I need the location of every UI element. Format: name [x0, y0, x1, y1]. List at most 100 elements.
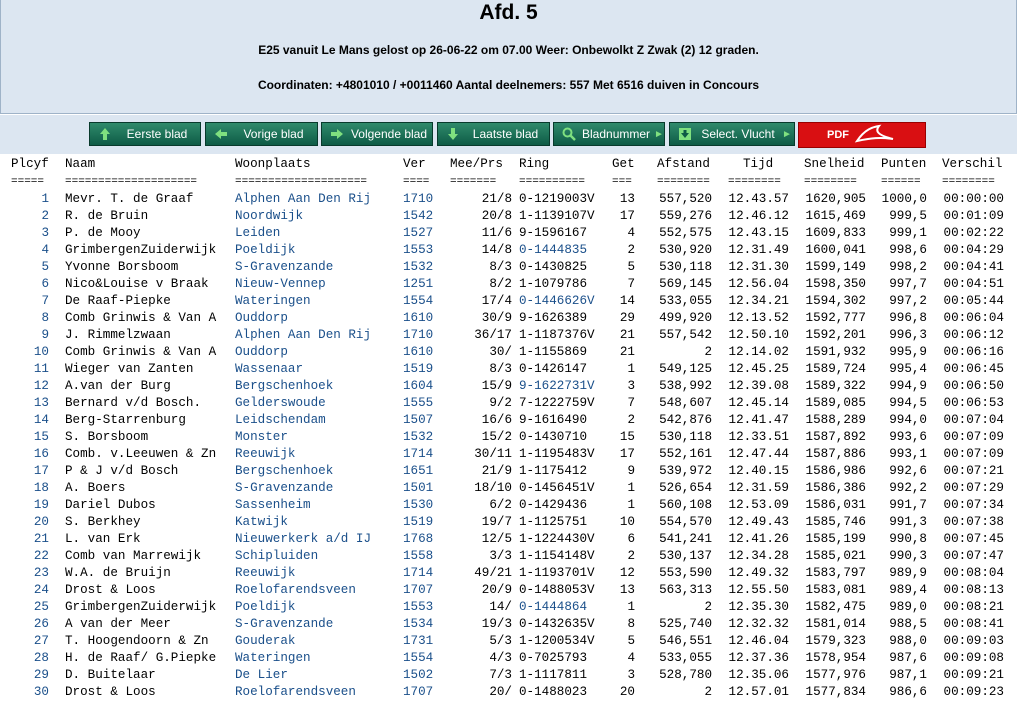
- cell-naam[interactable]: P & J v/d Bosch: [65, 463, 233, 480]
- cell-naam[interactable]: L. van Erk: [65, 531, 233, 548]
- col-verschil: Verschil: [942, 157, 1003, 171]
- cell-naam[interactable]: S. Borsboom: [65, 429, 233, 446]
- cell-woonplaats[interactable]: Ouddorp: [235, 310, 395, 327]
- cell-naam[interactable]: Comb van Marrewijk: [65, 548, 233, 565]
- cell-woonplaats[interactable]: Gouderak: [235, 633, 395, 650]
- cell-punten: 993,6: [889, 430, 927, 444]
- cell-naam[interactable]: GrimbergenZuiderwijk: [65, 599, 233, 616]
- cell-naam[interactable]: T. Hoogendoorn & Zn: [65, 633, 233, 650]
- cell-woonplaats[interactable]: Poeldijk: [235, 242, 395, 259]
- cell-punten: 993,1: [889, 447, 927, 461]
- cell-ring[interactable]: 0-1219003V: [519, 191, 604, 208]
- cell-woonplaats[interactable]: De Lier: [235, 667, 395, 684]
- cell-naam[interactable]: W.A. de Bruijn: [65, 565, 233, 582]
- cell-woonplaats[interactable]: Leidschendam: [235, 412, 395, 429]
- cell-woonplaats[interactable]: Noordwijk: [235, 208, 395, 225]
- cell-woonplaats[interactable]: Monster: [235, 429, 395, 446]
- cell-ring[interactable]: 1-1200534V: [519, 633, 604, 650]
- cell-naam[interactable]: A.van der Burg: [65, 378, 233, 395]
- cell-ring[interactable]: 0-1444864: [519, 599, 604, 616]
- cell-ring[interactable]: 7-1222759V: [519, 395, 604, 412]
- page-number-button[interactable]: Bladnummer ►: [553, 122, 665, 146]
- cell-ring[interactable]: 0-1430710: [519, 429, 604, 446]
- select-flight-button[interactable]: Select. Vlucht ►: [669, 122, 795, 146]
- cell-woonplaats[interactable]: Roelofarendsveen: [235, 582, 395, 599]
- cell-naam[interactable]: J. Rimmelzwaan: [65, 327, 233, 344]
- cell-ring[interactable]: 0-1488053V: [519, 582, 604, 599]
- cell-woonplaats[interactable]: Bergschenhoek: [235, 463, 395, 480]
- cell-ring[interactable]: 0-7025793: [519, 650, 604, 667]
- cell-ring[interactable]: 1-1139107V: [519, 208, 604, 225]
- cell-woonplaats[interactable]: Nieuwerkerk a/d IJ: [235, 531, 395, 548]
- cell-ring[interactable]: 0-1429436: [519, 497, 604, 514]
- cell-ring[interactable]: 0-1432635V: [519, 616, 604, 633]
- cell-naam[interactable]: Bernard v/d Bosch.: [65, 395, 233, 412]
- previous-page-button[interactable]: Vorige blad: [205, 122, 318, 146]
- cell-naam[interactable]: Yvonne Borsboom: [65, 259, 233, 276]
- cell-woonplaats[interactable]: S-Gravenzande: [235, 480, 395, 497]
- cell-woonplaats[interactable]: Wateringen: [235, 293, 395, 310]
- cell-ring[interactable]: 0-1456451V: [519, 480, 604, 497]
- pdf-button[interactable]: PDF: [798, 122, 926, 148]
- cell-woonplaats[interactable]: Ouddorp: [235, 344, 395, 361]
- cell-woonplaats[interactable]: S-Gravenzande: [235, 259, 395, 276]
- cell-woonplaats[interactable]: Sassenheim: [235, 497, 395, 514]
- cell-woonplaats[interactable]: Alphen Aan Den Rij: [235, 191, 395, 208]
- cell-ring[interactable]: 1-1125751: [519, 514, 604, 531]
- cell-woonplaats[interactable]: Reeuwijk: [235, 446, 395, 463]
- cell-naam[interactable]: P. de Mooy: [65, 225, 233, 242]
- cell-ring[interactable]: 0-1444835: [519, 242, 604, 259]
- cell-woonplaats[interactable]: Poeldijk: [235, 599, 395, 616]
- cell-ring[interactable]: 9-1596167: [519, 225, 604, 242]
- cell-ring[interactable]: 9-1626389: [519, 310, 604, 327]
- last-page-button[interactable]: Laatste blad: [437, 122, 550, 146]
- cell-woonplaats[interactable]: Nieuw-Vennep: [235, 276, 395, 293]
- cell-woonplaats[interactable]: Reeuwijk: [235, 565, 395, 582]
- cell-woonplaats[interactable]: Schipluiden: [235, 548, 395, 565]
- cell-naam[interactable]: Berg-Starrenburg: [65, 412, 233, 429]
- cell-naam[interactable]: Drost & Loos: [65, 582, 233, 599]
- cell-naam[interactable]: Wieger van Zanten: [65, 361, 233, 378]
- first-page-button[interactable]: Eerste blad: [89, 122, 201, 146]
- cell-ring[interactable]: 0-1430825: [519, 259, 604, 276]
- cell-naam[interactable]: De Raaf-Piepke: [65, 293, 233, 310]
- cell-woonplaats[interactable]: Wateringen: [235, 650, 395, 667]
- cell-woonplaats[interactable]: Katwijk: [235, 514, 395, 531]
- cell-get: 10: [619, 515, 635, 529]
- cell-woonplaats[interactable]: Bergschenhoek: [235, 378, 395, 395]
- cell-naam[interactable]: R. de Bruin: [65, 208, 233, 225]
- cell-naam[interactable]: Comb Grinwis & Van A: [65, 310, 233, 327]
- cell-ring[interactable]: 0-1426147: [519, 361, 604, 378]
- next-page-button[interactable]: Volgende blad: [321, 122, 433, 146]
- cell-naam[interactable]: D. Buitelaar: [65, 667, 233, 684]
- cell-woonplaats[interactable]: Alphen Aan Den Rij: [235, 327, 395, 344]
- cell-woonplaats[interactable]: Wassenaar: [235, 361, 395, 378]
- cell-naam[interactable]: Nico&Louise v Braak: [65, 276, 233, 293]
- cell-ring[interactable]: 9-1616490: [519, 412, 604, 429]
- cell-ring[interactable]: 0-1446626V: [519, 293, 604, 310]
- cell-tijd: 12.53.09: [728, 498, 789, 512]
- cell-ring[interactable]: 1-1187376V: [519, 327, 604, 344]
- cell-woonplaats[interactable]: Leiden: [235, 225, 395, 242]
- cell-naam[interactable]: A van der Meer: [65, 616, 233, 633]
- cell-ring[interactable]: 1-1175412: [519, 463, 604, 480]
- cell-naam[interactable]: S. Berkhey: [65, 514, 233, 531]
- cell-naam[interactable]: A. Boers: [65, 480, 233, 497]
- cell-naam[interactable]: Mevr. T. de Graaf: [65, 191, 233, 208]
- cell-ring[interactable]: 1-1195483V: [519, 446, 604, 463]
- cell-naam[interactable]: Comb Grinwis & Van A: [65, 344, 233, 361]
- cell-ring[interactable]: 1-1155869: [519, 344, 604, 361]
- cell-ring[interactable]: 1-1154148V: [519, 548, 604, 565]
- cell-woonplaats[interactable]: S-Gravenzande: [235, 616, 395, 633]
- cell-naam[interactable]: Comb. v.Leeuwen & Zn: [65, 446, 233, 463]
- cell-ring[interactable]: 1-1193701V: [519, 565, 604, 582]
- cell-naam[interactable]: GrimbergenZuiderwijk: [65, 242, 233, 259]
- cell-ring[interactable]: 1-1079786: [519, 276, 604, 293]
- cell-ring[interactable]: 9-1622731V: [519, 378, 604, 395]
- cell-naam[interactable]: H. de Raaf/ G.Piepke: [65, 650, 233, 667]
- cell-woonplaats[interactable]: Gelderswoude: [235, 395, 395, 412]
- cell-ring[interactable]: 1-1224430V: [519, 531, 604, 548]
- cell-plcyf: 5: [41, 260, 49, 274]
- cell-ring[interactable]: 1-1117811: [519, 667, 604, 684]
- cell-naam[interactable]: Dariel Dubos: [65, 497, 233, 514]
